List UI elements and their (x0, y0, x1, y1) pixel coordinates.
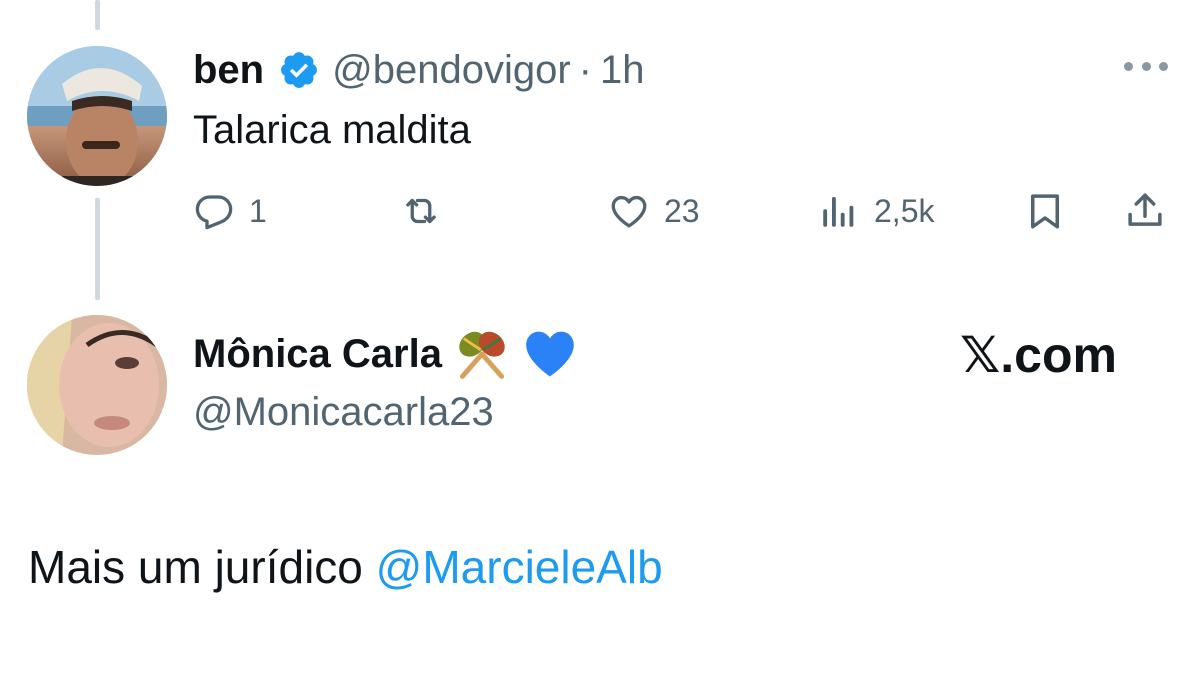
tweet-text: Talarica maldita (193, 108, 471, 152)
quoted-author-row: Mônica Carla (193, 322, 578, 386)
reply-button[interactable]: 1 (193, 188, 267, 234)
avatar-ben[interactable] (27, 46, 167, 186)
views-icon (823, 197, 854, 227)
reply-icon (195, 195, 233, 230)
more-options-icon[interactable] (1124, 56, 1168, 76)
timestamp[interactable]: 1h (600, 48, 645, 93)
retweet-button[interactable] (400, 188, 456, 234)
views-count: 2,5k (874, 192, 935, 229)
like-count: 23 (664, 192, 700, 229)
thread-line (95, 198, 100, 300)
avatar-ben-image (27, 46, 167, 186)
separator-dot: · (578, 47, 592, 92)
author-name[interactable]: ben (193, 48, 264, 93)
verified-badge-icon (281, 52, 318, 88)
heart-icon (611, 195, 647, 228)
avatar-monica-image (27, 315, 167, 455)
caption-text: Mais um jurídico @MarcieleAlb (28, 540, 663, 594)
blue-heart-emoji (526, 331, 574, 377)
like-button[interactable]: 23 (608, 188, 700, 234)
share-button[interactable] (1124, 188, 1166, 234)
views-button[interactable]: 2,5k (818, 188, 934, 234)
quoted-author-name[interactable]: Mônica Carla (193, 332, 442, 377)
bookmark-button[interactable] (1024, 188, 1066, 234)
author-handle[interactable]: @bendovigor (332, 48, 571, 93)
retweet-icon (406, 198, 436, 224)
share-icon (1128, 193, 1162, 226)
bookmark-icon (1031, 194, 1059, 229)
mention-link[interactable]: @MarcieleAlb (376, 541, 663, 593)
tweet-header: ben @bendovigor · 1h (193, 42, 645, 98)
x-com-watermark: 𝕏.com (960, 327, 1117, 383)
avatar-monica[interactable] (27, 315, 167, 455)
caption-body: Mais um jurídico (28, 541, 376, 593)
quoted-author-handle[interactable]: @Monicacarla23 (193, 390, 494, 435)
maracas-emoji (459, 331, 505, 379)
reply-count: 1 (249, 192, 267, 229)
thread-line-top (95, 0, 100, 30)
